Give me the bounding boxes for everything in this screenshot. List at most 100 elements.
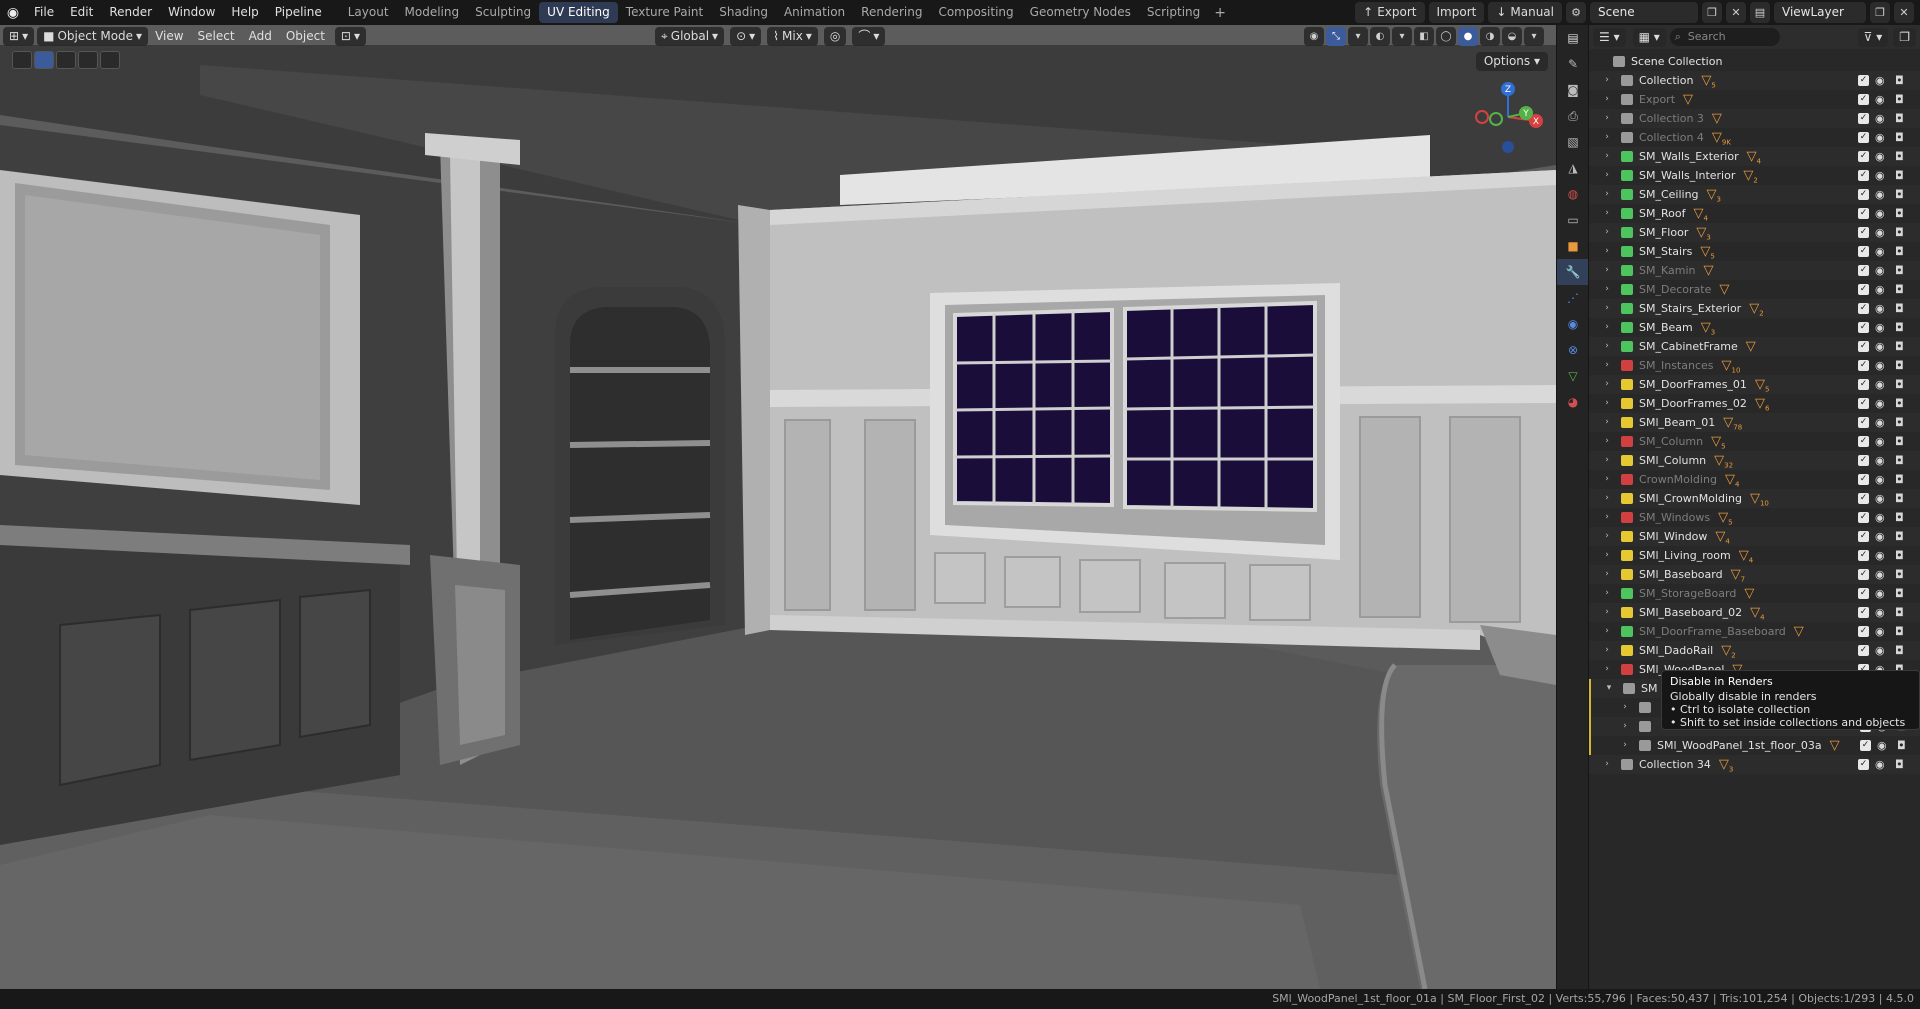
camera-icon[interactable]: ◘ [1895, 546, 1904, 565]
outliner-row[interactable]: › SMl_Beam_01 ✓ ◉ ◘ ▽78 [1589, 413, 1920, 432]
outliner-row[interactable]: › SMl_CrownMolding ✓ ◉ ◘ ▽10 [1589, 489, 1920, 508]
outliner-row[interactable]: › SMl_Baseboard_02 ✓ ◉ ◘ ▽4 [1589, 603, 1920, 622]
view-layer-field[interactable]: ViewLayer [1774, 2, 1866, 23]
menu-help[interactable]: Help [223, 0, 266, 25]
camera-icon[interactable]: ◘ [1895, 356, 1904, 375]
chevron-right-icon[interactable]: › [1601, 280, 1613, 299]
camera-icon[interactable]: ◘ [1895, 147, 1904, 166]
outliner-row[interactable]: › SM_DoorFrame_Baseboard ✓ ◉ ◘ ▽ [1589, 622, 1920, 641]
solid-shading-icon[interactable]: ● [1458, 27, 1478, 46]
camera-icon[interactable]: ◘ [1895, 337, 1904, 356]
exclude-checkbox[interactable]: ✓ [1858, 246, 1869, 257]
chevron-right-icon[interactable]: › [1601, 527, 1613, 546]
outliner-row[interactable]: › SM_Kamin ✓ ◉ ◘ ▽ [1589, 261, 1920, 280]
menu-render[interactable]: Render [101, 0, 160, 25]
chevron-right-icon[interactable]: › [1601, 451, 1613, 470]
chevron-right-icon[interactable]: › [1601, 641, 1613, 660]
outliner-row[interactable]: › SMl_Baseboard ✓ ◉ ◘ ▽7 [1589, 565, 1920, 584]
delete-view-layer-icon[interactable]: ✕ [1894, 2, 1914, 23]
outliner-row[interactable]: › SM_Roof ✓ ◉ ◘ ▽4 [1589, 204, 1920, 223]
scene-browse-icon[interactable]: ⚙ [1566, 2, 1586, 23]
render-tab-icon[interactable]: ◙ [1557, 77, 1589, 103]
output-tab-icon[interactable]: ⎙ [1557, 103, 1589, 129]
camera-icon[interactable]: ◘ [1895, 280, 1904, 299]
camera-icon[interactable]: ◘ [1895, 71, 1904, 90]
camera-icon[interactable]: ◘ [1895, 641, 1904, 660]
chevron-right-icon[interactable]: › [1601, 394, 1613, 413]
overlay-dropdown-icon[interactable]: ▾ [1392, 27, 1412, 46]
chevron-right-icon[interactable]: › [1601, 489, 1613, 508]
outliner-row[interactable]: › SM_Beam ✓ ◉ ◘ ▽3 [1589, 318, 1920, 337]
tab-sculpting[interactable]: Sculpting [467, 2, 539, 23]
exclude-checkbox[interactable]: ✓ [1858, 550, 1869, 561]
scene-tab-icon[interactable]: ◮ [1557, 155, 1589, 181]
export-button[interactable]: ↑ Export [1355, 2, 1425, 23]
viewport-menu-view[interactable]: View [148, 27, 190, 46]
manual-button[interactable]: ↓ Manual [1488, 2, 1562, 23]
chevron-right-icon[interactable]: › [1601, 128, 1613, 147]
eye-icon[interactable]: ◉ [1875, 147, 1885, 166]
properties-editor-icon[interactable]: ▤ [1557, 25, 1589, 51]
outliner-row[interactable]: › CrownMolding ✓ ◉ ◘ ▽4 [1589, 470, 1920, 489]
eye-icon[interactable]: ◉ [1875, 641, 1885, 660]
display-mode-dropdown[interactable]: ▦ ▾ [1632, 27, 1666, 47]
outliner-row[interactable]: › SM_Stairs ✓ ◉ ◘ ▽5 [1589, 242, 1920, 261]
camera-icon[interactable]: ◘ [1897, 736, 1906, 755]
outliner-row[interactable]: › Collection 34 ✓ ◉ ◘ ▽3 [1589, 755, 1920, 774]
gizmo-dropdown-icon[interactable]: ▾ [1348, 27, 1368, 46]
eye-icon[interactable]: ◉ [1875, 261, 1885, 280]
chevron-right-icon[interactable]: › [1619, 698, 1631, 717]
chevron-right-icon[interactable]: › [1601, 622, 1613, 641]
3d-viewport[interactable]: ⊞ ▾ ■ Object Mode ▾ View Select Add Object ⊡ ▾ … [0, 25, 1556, 989]
tweak-select-icon[interactable] [12, 51, 32, 69]
gizmo-toggle-icon[interactable]: ⤡ [1326, 27, 1346, 46]
xray-toggle-icon[interactable]: ◧ [1414, 27, 1434, 46]
tab-scripting[interactable]: Scripting [1139, 2, 1208, 23]
proportional-edit-toggle[interactable]: ◎ [823, 27, 847, 46]
exclude-checkbox[interactable]: ✓ [1858, 474, 1869, 485]
menu-file[interactable]: File [26, 0, 62, 25]
tab-geometry-nodes[interactable]: Geometry Nodes [1022, 2, 1139, 23]
camera-icon[interactable]: ◘ [1895, 299, 1904, 318]
mode-dropdown[interactable]: ■ Object Mode ▾ [37, 26, 149, 46]
outliner-row[interactable]: › SM_Ceiling ✓ ◉ ◘ ▽3 [1589, 185, 1920, 204]
eye-icon[interactable]: ◉ [1875, 394, 1885, 413]
chevron-right-icon[interactable]: › [1601, 223, 1613, 242]
outliner-row[interactable]: › SMl_DadoRail ✓ ◉ ◘ ▽2 [1589, 641, 1920, 660]
tab-uv-editing[interactable]: UV Editing [539, 2, 618, 23]
menu-pipeline[interactable]: Pipeline [267, 0, 330, 25]
tab-layout[interactable]: Layout [340, 2, 397, 23]
outliner-row[interactable]: › SM_Walls_Interior ✓ ◉ ◘ ▽2 [1589, 166, 1920, 185]
exclude-checkbox[interactable]: ✓ [1858, 75, 1869, 86]
viewport-menu-select[interactable]: Select [191, 27, 242, 46]
new-view-layer-icon[interactable]: ❐ [1870, 2, 1890, 23]
outliner-row[interactable]: › Collection 4 ✓ ◉ ◘ ▽9K [1589, 128, 1920, 147]
extend-selection-icon[interactable] [56, 51, 76, 69]
camera-icon[interactable]: ◘ [1895, 432, 1904, 451]
exclude-checkbox[interactable]: ✓ [1858, 341, 1869, 352]
exclude-checkbox[interactable]: ✓ [1858, 645, 1869, 656]
new-collection-icon[interactable]: ❐ [1893, 27, 1916, 47]
eye-icon[interactable]: ◉ [1875, 337, 1885, 356]
visibility-icon[interactable]: ◉ [1304, 27, 1324, 46]
camera-icon[interactable]: ◘ [1895, 489, 1904, 508]
neg-z-axis-handle[interactable] [1502, 141, 1514, 153]
outliner-row[interactable]: › SM_Column ✓ ◉ ◘ ▽5 [1589, 432, 1920, 451]
exclude-checkbox[interactable]: ✓ [1858, 607, 1869, 618]
outliner-row[interactable]: › SM_CabinetFrame ✓ ◉ ◘ ▽ [1589, 337, 1920, 356]
constraints-tab-icon[interactable]: ⊗ [1557, 337, 1589, 363]
camera-icon[interactable]: ◘ [1895, 470, 1904, 489]
navigation-gizmo[interactable]: Z X Y [1468, 77, 1548, 157]
exclude-checkbox[interactable]: ✓ [1858, 379, 1869, 390]
neg-x-axis-handle[interactable] [1475, 110, 1489, 124]
modifier-tab-icon[interactable]: 🔧 [1557, 259, 1589, 285]
exclude-checkbox[interactable]: ✓ [1858, 531, 1869, 542]
eye-icon[interactable]: ◉ [1875, 755, 1885, 774]
chevron-right-icon[interactable]: › [1601, 90, 1613, 109]
exclude-checkbox[interactable]: ✓ [1858, 493, 1869, 504]
exclude-checkbox[interactable]: ✓ [1860, 740, 1871, 751]
camera-icon[interactable]: ◘ [1895, 109, 1904, 128]
chevron-right-icon[interactable]: › [1601, 508, 1613, 527]
exclude-checkbox[interactable]: ✓ [1858, 170, 1869, 181]
wireframe-shading-icon[interactable]: ◯ [1436, 27, 1456, 46]
